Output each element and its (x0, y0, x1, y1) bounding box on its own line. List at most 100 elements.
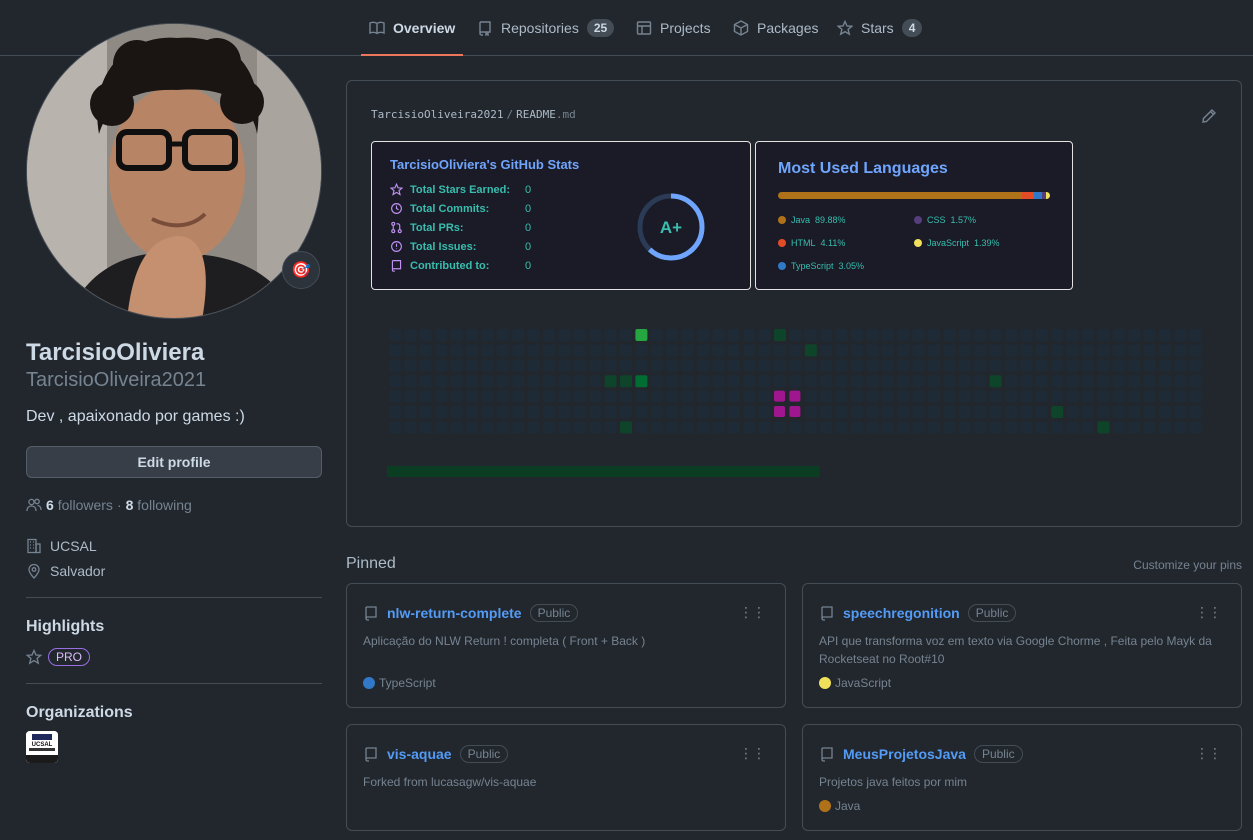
contribution-cell (389, 390, 401, 403)
readme-owner-link[interactable]: TarcisioOliveira2021 (371, 108, 503, 121)
tab-projects[interactable]: Projects (636, 0, 711, 56)
pencil-icon[interactable] (1201, 108, 1217, 124)
contribution-cell (543, 329, 555, 341)
contribution-cell (604, 375, 617, 388)
contribution-cell (450, 359, 463, 372)
contribution-cell (1112, 421, 1125, 434)
contribution-cell (681, 406, 694, 418)
contribution-cell (1066, 344, 1079, 357)
contribution-cell (1112, 329, 1125, 341)
stat-contributed: Contributed to: 0 (390, 259, 531, 272)
tab-packages[interactable]: Packages (733, 0, 818, 56)
contribution-cell (466, 406, 478, 418)
avatar[interactable] (26, 23, 322, 319)
repo-link[interactable]: speechregonition (843, 605, 960, 621)
contribution-cell (389, 406, 401, 418)
pro-highlight: PRO (26, 648, 91, 666)
following-link[interactable]: 8 following (126, 497, 192, 513)
readme-file-link[interactable]: README.md (516, 108, 576, 121)
contribution-cell (774, 344, 786, 357)
contribution-cell (743, 421, 756, 434)
repo-link[interactable]: nlw-return-complete (387, 605, 522, 621)
language-java: Java 89.88% (778, 215, 846, 225)
tab-overview[interactable]: Overview (360, 0, 464, 56)
repo-language: JavaScript (819, 676, 891, 690)
contribution-cell (774, 329, 786, 341)
status-button[interactable]: 🎯 (282, 251, 320, 289)
contribution-cell (758, 344, 771, 357)
pinned-heading: Pinned (346, 555, 396, 572)
followers-link[interactable]: 6 followers (46, 497, 113, 513)
contribution-cell (1189, 344, 1202, 357)
contribution-cell (604, 359, 617, 372)
contribution-cell (851, 359, 863, 372)
contribution-cell (1020, 359, 1033, 372)
contribution-cell (758, 375, 771, 388)
tab-label: Repositories (501, 20, 579, 36)
contribution-cell (1143, 329, 1156, 341)
tab-stars[interactable]: Stars 4 (837, 0, 923, 56)
contribution-cell (820, 406, 833, 418)
edit-profile-button[interactable]: Edit profile (26, 446, 322, 478)
contribution-cell (589, 359, 602, 372)
organization-icon (27, 538, 41, 554)
contribution-cell (1020, 329, 1033, 341)
contribution-cell (943, 375, 956, 388)
contribution-cell (1005, 406, 1017, 418)
contribution-cell (1128, 421, 1141, 434)
contribution-cell (727, 344, 740, 357)
pro-badge[interactable]: PRO (48, 648, 91, 666)
contribution-cell (481, 344, 494, 357)
contribution-cell (1112, 375, 1125, 388)
contribution-cell (604, 329, 617, 341)
org-avatar-ucsal[interactable]: UCSAL (26, 731, 58, 763)
contribution-cell (1097, 390, 1110, 403)
contribution-cell (650, 421, 663, 434)
contribution-cell (604, 390, 617, 403)
contribution-cell (789, 329, 802, 341)
contribution-cell (1005, 390, 1017, 403)
customize-pins-link[interactable]: Customize your pins (1133, 558, 1242, 572)
contribution-snake-animation (387, 329, 1202, 477)
location-label: Salvador (50, 563, 106, 579)
ucsal-logo: UCSAL (26, 731, 58, 763)
contribution-cell (958, 406, 971, 418)
repo-description: Projetos java feitos por mim (819, 775, 968, 789)
contribution-cell (804, 329, 817, 341)
contribution-cell (1082, 344, 1094, 357)
repo-icon (365, 747, 377, 762)
contribution-cell (466, 375, 478, 388)
drag-handle-icon[interactable]: ⋮⋮ (739, 745, 766, 762)
contribution-cell (743, 344, 756, 357)
contribution-cell (743, 390, 756, 403)
contribution-cell (404, 359, 417, 372)
contribution-cell (989, 421, 1002, 434)
contribution-cell (419, 406, 432, 418)
contribution-cell (589, 390, 602, 403)
contribution-cell (727, 359, 740, 372)
contribution-cell (1082, 406, 1094, 418)
contribution-cell (758, 390, 771, 403)
language-bar-segment (1022, 192, 1034, 199)
repo-link[interactable]: MeusProjetosJava (843, 746, 966, 762)
contribution-cell (1051, 359, 1064, 372)
drag-handle-icon[interactable]: ⋮⋮ (1195, 604, 1222, 621)
contribution-cell (620, 390, 632, 403)
drag-handle-icon[interactable]: ⋮⋮ (1195, 745, 1222, 762)
svg-text:UCSAL: UCSAL (32, 742, 53, 748)
stars-count: 4 (901, 19, 923, 37)
drag-handle-icon[interactable]: ⋮⋮ (739, 604, 766, 621)
snake-segment (774, 390, 785, 402)
contribution-cell (912, 421, 925, 434)
contribution-cell (1159, 390, 1171, 403)
contribution-cell (989, 406, 1002, 418)
contribution-cell (620, 421, 632, 434)
contribution-cell (774, 421, 786, 434)
repo-link[interactable]: vis-aquae (387, 746, 452, 762)
tab-repositories[interactable]: Repositories 25 (477, 0, 615, 56)
contribution-cell (1035, 344, 1048, 357)
tab-label: Packages (757, 20, 819, 36)
contribution-cell (1066, 359, 1079, 372)
contribution-cell (543, 421, 555, 434)
contribution-cell (589, 421, 602, 434)
